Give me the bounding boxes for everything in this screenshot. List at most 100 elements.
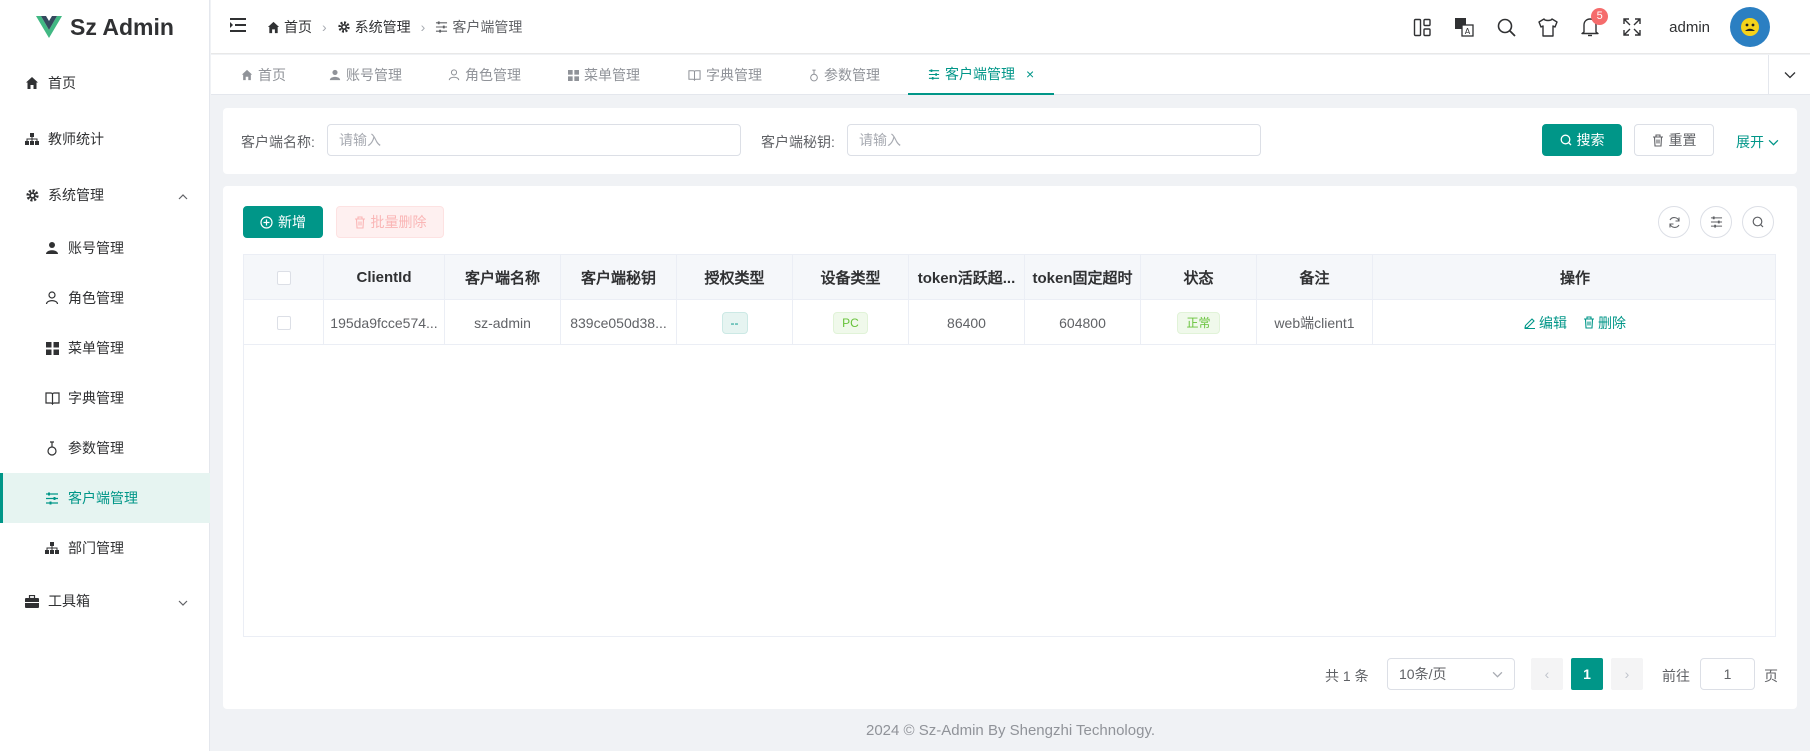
sidebar-item-label: 角色管理 (68, 290, 124, 306)
select-all-checkbox[interactable] (276, 270, 291, 285)
sidebar-item-params[interactable]: 参数管理 (0, 423, 210, 473)
tab-roles[interactable]: 角色管理 (448, 55, 521, 95)
tab-params[interactable]: 参数管理 (809, 55, 880, 95)
username[interactable]: admin (1669, 19, 1710, 36)
breadcrumb-home[interactable]: 首页 (267, 17, 312, 37)
home-icon (241, 69, 253, 81)
sidebar-item-label: 菜单管理 (68, 340, 124, 356)
col-header[interactable]: 客户端秘钥 (561, 255, 677, 300)
edit-icon (1524, 317, 1535, 329)
sidebar-item-clients[interactable]: 客户端管理 (0, 473, 210, 523)
col-header[interactable]: 客户端名称 (445, 255, 561, 300)
breadcrumb-system[interactable]: 系统管理 (337, 17, 411, 37)
translate-icon[interactable]: A (1443, 0, 1485, 54)
user-outline-icon (448, 69, 460, 81)
tab-label: 客户端管理 (945, 66, 1015, 82)
tab-label: 账号管理 (346, 67, 402, 83)
svg-text:A: A (1465, 27, 1471, 36)
tab-label: 字典管理 (706, 67, 762, 83)
sidebar-item-roles[interactable]: 角色管理 (0, 273, 210, 323)
notification-bell-icon[interactable]: 5 (1569, 0, 1611, 54)
tab-clients[interactable]: 客户端管理 × (908, 55, 1055, 95)
chevron-down-icon (1768, 139, 1779, 146)
goto-page-input[interactable] (1700, 658, 1755, 690)
col-header[interactable]: token活跃超... (909, 255, 1025, 300)
gear-icon (337, 21, 350, 33)
col-header: 操作 (1559, 270, 1590, 287)
breadcrumb-clients: 客户端管理 (435, 17, 522, 37)
add-button[interactable]: 新增 (243, 206, 323, 238)
col-header[interactable]: 备注 (1257, 255, 1373, 300)
sidebar-item-system[interactable]: 系统管理 (0, 170, 210, 220)
sidebar-item-toolbox[interactable]: 工具箱 (0, 576, 210, 626)
col-header[interactable]: 授权类型 (677, 255, 793, 300)
layout-icon[interactable] (1401, 0, 1443, 54)
tab-menus[interactable]: 菜单管理 (568, 55, 640, 95)
select-all-cell (244, 255, 324, 300)
app-title: Sz Admin (70, 13, 174, 40)
sidebar-item-teacher-stats[interactable]: 教师统计 (0, 114, 210, 164)
table-header: ClientId 客户端名称 客户端秘钥 授权类型 设备类型 token活跃超.… (244, 255, 1775, 300)
client-name-label: 客户端名称: (241, 134, 315, 150)
tab-bar: 首页 账号管理 角色管理 菜单管理 字典管理 参数管理 客户端管理 × (211, 55, 1810, 95)
logo: Sz Admin (0, 0, 209, 54)
sidebar-item-menus[interactable]: 菜单管理 (0, 323, 210, 373)
chevron-down-icon (178, 595, 188, 611)
sidebar-item-label: 系统管理 (48, 187, 104, 203)
trash-icon (1584, 316, 1594, 329)
next-page-button[interactable]: › (1611, 658, 1643, 690)
theme-shirt-icon[interactable] (1527, 0, 1569, 54)
toggle-search-button[interactable] (1742, 206, 1774, 238)
cell-status: 正常 (1141, 300, 1257, 345)
sidebar-item-departments[interactable]: 部门管理 (0, 523, 210, 573)
add-button-label: 新增 (278, 214, 306, 230)
col-header[interactable]: 状态 (1141, 255, 1257, 300)
avatar[interactable] (1730, 7, 1770, 47)
sliders-icon (436, 21, 448, 33)
search-icon[interactable] (1485, 0, 1527, 54)
refresh-button[interactable] (1658, 206, 1690, 238)
page-size-select[interactable]: 10条/页 (1387, 658, 1515, 690)
row-checkbox[interactable] (276, 315, 291, 330)
search-form: 客户端名称: 客户端秘钥: 搜索 重置 展开 (223, 108, 1797, 174)
breadcrumb-label: 客户端管理 (452, 19, 523, 35)
expand-label: 展开 (1736, 134, 1764, 150)
param-icon (44, 440, 60, 456)
column-settings-button[interactable] (1700, 206, 1732, 238)
vue-logo-icon (36, 16, 62, 38)
expand-toggle[interactable]: 展开 (1736, 132, 1779, 152)
sidebar-item-accounts[interactable]: 账号管理 (0, 223, 210, 273)
edit-button[interactable]: 编辑 (1524, 313, 1567, 333)
cell-fixed-timeout: 604800 (1025, 300, 1141, 345)
sidebar-item-dict[interactable]: 字典管理 (0, 373, 210, 423)
client-name-input[interactable] (327, 124, 741, 156)
prev-page-button[interactable]: ‹ (1531, 658, 1563, 690)
tab-accounts[interactable]: 账号管理 (329, 55, 402, 95)
search-button[interactable]: 搜索 (1542, 124, 1622, 156)
col-header[interactable]: ClientId (324, 255, 445, 300)
tab-dropdown[interactable] (1768, 55, 1810, 95)
sidebar-item-label: 首页 (48, 75, 76, 91)
cell-actions: 编辑 删除 (1373, 300, 1777, 345)
home-icon (267, 21, 280, 33)
col-header[interactable]: 设备类型 (793, 255, 909, 300)
row-select-cell (244, 300, 324, 345)
page-number-current[interactable]: 1 (1571, 658, 1603, 690)
batch-delete-label: 批量删除 (370, 214, 427, 230)
fullscreen-icon[interactable] (1611, 0, 1653, 54)
col-header[interactable]: token固定超时 (1025, 255, 1141, 300)
close-icon[interactable]: × (1026, 66, 1034, 82)
tab-label: 首页 (258, 67, 286, 83)
collapse-menu-icon[interactable] (229, 16, 247, 37)
reset-button[interactable]: 重置 (1634, 124, 1714, 156)
tab-dict[interactable]: 字典管理 (688, 55, 762, 95)
delete-button[interactable]: 删除 (1583, 313, 1626, 333)
cell-device-type: PC (793, 300, 909, 345)
tab-home[interactable]: 首页 (241, 55, 286, 95)
batch-delete-button[interactable]: 批量删除 (336, 206, 444, 238)
cell-client-id: 195da9fcce574... (324, 300, 445, 345)
cell-grant-type: -- (677, 300, 793, 345)
client-secret-input[interactable] (847, 124, 1261, 156)
grant-type-tag: -- (721, 311, 748, 334)
sidebar-item-home[interactable]: 首页 (0, 58, 210, 108)
